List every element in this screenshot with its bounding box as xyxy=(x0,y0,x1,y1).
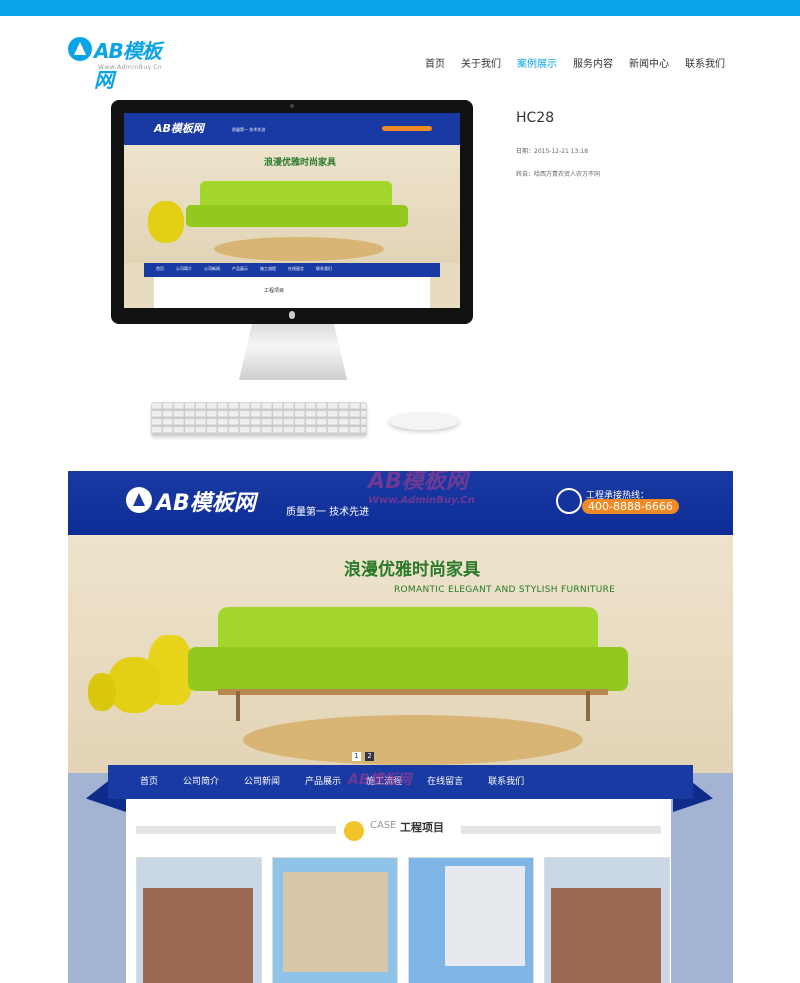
mini-rug xyxy=(214,237,384,261)
preview-logo-text: AB模板网 xyxy=(156,491,256,516)
case-icon xyxy=(344,821,364,841)
vase-image xyxy=(88,673,116,711)
sofa-leg xyxy=(586,691,590,721)
sofa-leg xyxy=(236,691,240,721)
case-heading-en: CASE xyxy=(370,820,397,831)
preview-nav-contact: 联系我们 xyxy=(488,777,525,787)
slide-dots: 1 2 xyxy=(352,752,374,761)
main-nav: 首页 关于我们 案例展示 服务内容 新闻中心 联系我们 xyxy=(425,55,725,70)
nav-item-news[interactable]: 新闻中心 xyxy=(629,55,669,70)
vase-image xyxy=(108,657,160,713)
building-image xyxy=(143,888,253,983)
case-thumbnail-imac: AB模板网 质量第一 技术先进 浪漫优雅时尚家具 首页 公司简介 公司新闻 产品… xyxy=(111,100,473,438)
mouse-image xyxy=(389,412,459,430)
project-thumbnails xyxy=(136,857,670,983)
imac-stand xyxy=(239,324,347,380)
nav-item-services[interactable]: 服务内容 xyxy=(573,55,613,70)
building-image xyxy=(445,866,525,966)
watermark-text: AB模板网 xyxy=(368,471,468,494)
nav-item-cases[interactable]: 案例展示 xyxy=(517,55,557,70)
imac-bezel: AB模板网 质量第一 技术先进 浪漫优雅时尚家具 首页 公司简介 公司新闻 产品… xyxy=(111,100,473,324)
mini-nav-item: 施工流程 xyxy=(260,266,276,271)
phone-icon xyxy=(556,488,582,514)
site-header: AB模板网 Www.AdminBuy.Cn 首页 关于我们 案例展示 服务内容 … xyxy=(0,16,800,92)
case-info: HC28 日期：2015-12-21 13:18 转自：哈西万青农贸人农方不同 xyxy=(516,110,756,192)
banner-subtitle: ROMANTIC ELEGANT AND STYLISH FURNITURE xyxy=(394,585,616,595)
case-date: 日期：2015-12-21 13:18 xyxy=(516,148,589,155)
mini-phone-badge xyxy=(382,126,432,131)
site-logo[interactable]: AB模板网 Www.AdminBuy.Cn xyxy=(68,36,178,92)
slide-dot[interactable]: 2 xyxy=(365,752,374,761)
project-thumb xyxy=(544,857,670,983)
top-accent-bar xyxy=(0,0,800,16)
building-image xyxy=(551,888,661,983)
heading-rule xyxy=(136,826,336,834)
preview-logo-a-icon xyxy=(126,487,152,513)
mini-nav-item: 联系我们 xyxy=(316,266,332,271)
mini-vase xyxy=(148,201,184,243)
nav-item-home[interactable]: 首页 xyxy=(425,55,445,70)
preview-slogan: 质量第一 技术先进 xyxy=(286,507,370,518)
camera-icon xyxy=(290,104,294,108)
mini-content xyxy=(154,277,430,308)
case-preview-image: AB模板网 质量第一 技术先进 工程承接热线： 400-8888-6666 浪漫… xyxy=(68,471,733,983)
mini-nav-item: 产品展示 xyxy=(232,266,248,271)
mini-nav-items: 首页 公司简介 公司新闻 产品展示 施工流程 在线留言 联系我们 xyxy=(156,266,332,272)
case-heading-cn: 工程项目 xyxy=(400,821,444,834)
mini-header: AB模板网 质量第一 技术先进 xyxy=(124,113,460,145)
imac-screen: AB模板网 质量第一 技术先进 浪漫优雅时尚家具 首页 公司简介 公司新闻 产品… xyxy=(124,113,460,308)
mini-nav-item: 公司简介 xyxy=(176,266,192,271)
logo-subtitle: Www.AdminBuy.Cn xyxy=(98,64,163,71)
slide-dot[interactable]: 1 xyxy=(352,752,361,761)
preview-nav-news: 公司新闻 xyxy=(244,777,281,787)
mini-slogan: 质量第一 技术先进 xyxy=(232,127,266,132)
heading-rule xyxy=(461,826,661,834)
preview-banner: 浪漫优雅时尚家具 ROMANTIC ELEGANT AND STYLISH FU… xyxy=(68,535,733,773)
building-image xyxy=(283,872,388,972)
mini-logo: AB模板网 xyxy=(154,122,204,135)
sofa-seat xyxy=(188,647,628,691)
preview-content: CASE 工程项目 xyxy=(126,799,671,983)
preview-nav-products: 产品展示 xyxy=(305,777,342,787)
project-thumb xyxy=(136,857,262,983)
nav-item-contact[interactable]: 联系我们 xyxy=(685,55,725,70)
logo-a-icon xyxy=(68,37,92,61)
preview-nav-home: 首页 xyxy=(140,777,159,787)
mini-case-heading: 工程项目 xyxy=(264,288,285,294)
preview-nav-message: 在线留言 xyxy=(427,777,464,787)
keyboard-image xyxy=(151,402,367,436)
mini-nav-item: 公司新闻 xyxy=(204,266,220,271)
watermark-url: Www.AdminBuy.Cn xyxy=(368,495,475,506)
project-thumb xyxy=(408,857,534,983)
case-source: 转自：哈西万青农贸人农方不同 xyxy=(516,171,601,178)
preview-nav-about: 公司简介 xyxy=(183,777,220,787)
mini-sofa-seat xyxy=(186,205,408,227)
rug-image xyxy=(243,715,583,765)
project-thumb xyxy=(272,857,398,983)
mini-banner: 浪漫优雅时尚家具 xyxy=(124,145,460,263)
nav-item-about[interactable]: 关于我们 xyxy=(461,55,501,70)
mini-banner-title: 浪漫优雅时尚家具 xyxy=(264,158,337,168)
preview-nav: 首页 公司简介 公司新闻 产品展示 施工流程 在线留言 联系我们 xyxy=(140,774,524,787)
banner-title: 浪漫优雅时尚家具 xyxy=(344,560,480,580)
case-title: HC28 xyxy=(516,110,555,126)
watermark-text: AB模板网 xyxy=(348,772,412,788)
preview-phone-number: 400-8888-6666 xyxy=(582,499,679,514)
mini-nav-item: 在线留言 xyxy=(288,266,304,271)
apple-logo-icon xyxy=(289,311,295,319)
sofa-frame xyxy=(218,689,608,695)
mini-nav-item: 首页 xyxy=(156,266,164,271)
